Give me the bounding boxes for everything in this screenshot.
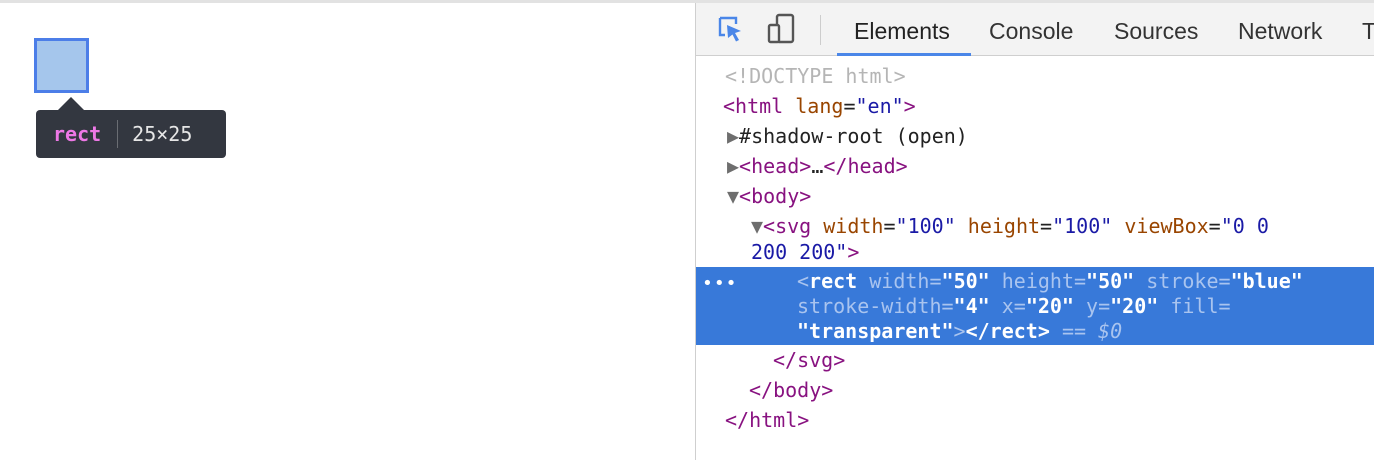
rect-x-value: "20" [1025, 294, 1074, 318]
expand-triangle-icon[interactable]: ▶ [727, 154, 739, 178]
svg-width-attr: width [823, 214, 884, 238]
svg-viewbox-value: "0 0 [1220, 214, 1269, 238]
expand-triangle-icon[interactable]: ▶ [727, 124, 739, 148]
rect-fill-value: "transparent" [797, 319, 954, 343]
head-close-tag: /head [835, 154, 896, 178]
head-ellipsis: … [811, 154, 824, 178]
more-actions-icon[interactable]: ••• [702, 273, 738, 294]
rect-stroke-width-value: "4" [953, 294, 990, 318]
rect-stroke-attr: stroke [1146, 269, 1219, 293]
collapse-triangle-icon[interactable]: ▼ [751, 214, 763, 238]
device-toolbar-icon[interactable] [766, 13, 798, 45]
tab-console[interactable]: Console [989, 3, 1073, 55]
tab-sources[interactable]: Sources [1114, 3, 1198, 55]
devtools-toolbar: Elements Console Sources Network T [696, 3, 1374, 56]
head-node[interactable]: ▶<head>…</head> [727, 153, 908, 179]
tab-elements[interactable]: Elements [837, 3, 971, 56]
selected-node-rect[interactable]: ••• <rect width="50" height="50" stroke=… [696, 267, 1374, 345]
element-tooltip: rect 25×25 [36, 97, 226, 158]
html-node[interactable]: <html lang="en"> [723, 93, 916, 119]
rect-x-attr: x [1001, 294, 1014, 318]
rect-y-attr: y [1086, 294, 1099, 318]
svg-node[interactable]: ▼<svg width="100" height="100" viewBox="… [751, 213, 1269, 239]
html-lang-value: "en" [855, 94, 904, 118]
doctype-text: <!DOCTYPE html> [725, 64, 906, 88]
tooltip-divider [117, 120, 119, 148]
rect-stroke-value: "blue" [1230, 269, 1303, 293]
rect-height-attr: height [1001, 269, 1074, 293]
rect-line-1: <rect width="50" height="50" stroke="blu… [797, 269, 1303, 293]
elements-tree: <!DOCTYPE html> <html lang="en"> ▶#shado… [696, 57, 1374, 460]
toolbar-divider [820, 15, 821, 45]
rect-y-value: "20" [1110, 294, 1159, 318]
html-close-tag: </html> [725, 408, 810, 432]
rect-fill-attr: fill [1170, 294, 1219, 318]
svg-tag: svg [775, 214, 812, 238]
html-close-node[interactable]: </html> [725, 407, 809, 433]
shadow-root-label: #shadow-root (open) [739, 124, 968, 148]
console-ref: == $0 [1061, 319, 1123, 343]
tooltip-dimensions: 25×25 [132, 122, 193, 146]
svg-close-node[interactable]: </svg> [773, 347, 845, 373]
svg-width-value: "100" [895, 214, 956, 238]
body-close-node[interactable]: </body> [749, 377, 833, 403]
svg-close-tag: </svg> [773, 348, 846, 372]
tooltip-tag-name: rect [53, 122, 102, 146]
collapse-triangle-icon[interactable]: ▼ [727, 184, 739, 208]
svg-height-attr: height [967, 214, 1041, 238]
shadow-root-node[interactable]: ▶#shadow-root (open) [727, 123, 968, 149]
tab-truncated[interactable]: T [1362, 3, 1374, 55]
page-viewport[interactable]: rect 25×25 [0, 3, 695, 460]
body-node[interactable]: ▼<body> [727, 183, 811, 209]
body-close-tag: </body> [749, 378, 834, 402]
body-tag: body [751, 184, 800, 208]
svg-viewbox-value-wrap: 200 200" [751, 240, 848, 264]
rect-width-attr: width [869, 269, 930, 293]
doctype-node[interactable]: <!DOCTYPE html> [725, 63, 906, 89]
html-tag: html [735, 94, 784, 118]
svg-height-value: "100" [1052, 214, 1113, 238]
tab-network[interactable]: Network [1238, 3, 1322, 55]
rect-tag: rect [809, 269, 858, 293]
rect-stroke-width-attr: stroke-width [797, 294, 942, 318]
rect-line-3: "transparent"></rect> == $0 [797, 319, 1123, 343]
rect-height-value: "50" [1086, 269, 1135, 293]
svg-viewbox-attr: viewBox [1124, 214, 1209, 238]
inspected-rect-highlight [34, 38, 89, 93]
head-tag: head [751, 154, 800, 178]
rect-width-value: "50" [941, 269, 990, 293]
inspect-element-icon[interactable] [714, 13, 746, 45]
rect-close-tag: </rect> [965, 319, 1050, 343]
svg-node-wrap: 200 200"> [751, 240, 860, 264]
html-lang-attr: lang [795, 94, 844, 118]
rect-line-2: stroke-width="4" x="20" y="20" fill= [797, 294, 1231, 318]
devtools-panel: Elements Console Sources Network T <!DOC… [695, 3, 1374, 460]
